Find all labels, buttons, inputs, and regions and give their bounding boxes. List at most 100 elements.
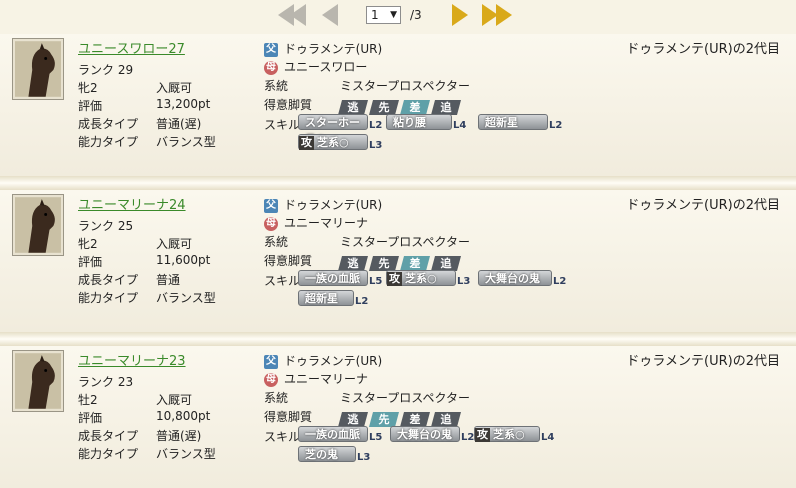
lineage-label: 系統 (264, 235, 289, 249)
skill-chip[interactable]: 攻芝系○ (474, 426, 540, 442)
running-style-badge: 先 (369, 256, 399, 271)
rating-value: 13,200pt (156, 97, 211, 111)
skill-level: L2 (355, 296, 369, 307)
horse-name-link[interactable]: ユニーマリーナ24 (78, 194, 186, 213)
rating-label: 評価 (78, 255, 103, 269)
running-style-badge: 逃 (338, 256, 368, 271)
skill-chip[interactable]: 攻芝系○ (298, 134, 368, 150)
running-style-badge: 逃 (338, 412, 368, 427)
page-select[interactable]: 1 ▼ (366, 6, 401, 24)
horse-name-link[interactable]: ユニーマリーナ23 (78, 350, 186, 369)
horse-card: ユニースワロー27 ランク 29 牝2 入厩可 評価 13,200pt 成長タイ… (0, 34, 796, 176)
ability-value: バランス型 (156, 135, 216, 149)
skill-chip[interactable]: 一族の血脈 (298, 426, 368, 442)
skill-level: L3 (457, 276, 471, 287)
skill-label: スキル (264, 430, 301, 444)
lineage-value: ミスタープロスペクター (340, 235, 470, 249)
skill-chip[interactable]: 大舞台の鬼 (390, 426, 460, 442)
skill-level: L2 (461, 432, 475, 443)
attack-tag-icon: 攻 (387, 272, 402, 286)
running-style-badge: 差 (400, 412, 430, 427)
horse-name-link[interactable]: ユニースワロー27 (78, 38, 185, 57)
generation-text: ドゥラメンテ(UR)の2代目 (626, 198, 780, 213)
skill-level: L3 (357, 452, 371, 463)
running-style-badge: 逃 (338, 100, 368, 115)
skill-level: L3 (369, 140, 383, 151)
skill-name: 芝系○ (405, 272, 437, 285)
father-badge-icon: 父 (264, 198, 278, 213)
last-page-icon-b[interactable] (496, 4, 512, 26)
skill-level: L2 (369, 120, 383, 131)
ability-label: 能力タイプ (78, 135, 139, 149)
growth-value: 普通 (156, 273, 181, 287)
page-select-value: 1 (371, 8, 379, 22)
skill-level: L2 (549, 120, 563, 131)
mother-name: ユニーマリーナ (284, 216, 369, 230)
horse-rank: ランク 23 (78, 375, 134, 389)
rating-value: 11,600pt (156, 253, 211, 267)
skill-level: L5 (369, 276, 383, 287)
growth-label: 成長タイプ (78, 273, 139, 287)
skill-chip[interactable]: 粘り腰 (386, 114, 452, 130)
running-style-badge: 追 (431, 256, 461, 271)
skill-chip[interactable]: 一族の血脈 (298, 270, 368, 286)
skill-name: 大舞台の鬼 (397, 428, 452, 441)
father-name: ドゥラメンテ(UR) (284, 198, 383, 212)
skill-chip[interactable]: 芝の鬼 (298, 446, 356, 462)
horse-sex-age: 牡2 (78, 393, 98, 407)
first-page-icon-b[interactable] (290, 4, 306, 26)
skill-label: スキル (264, 118, 301, 132)
horse-rank: ランク 29 (78, 63, 134, 77)
mother-badge-icon: 母 (264, 372, 278, 387)
running-style-badge: 差 (400, 100, 430, 115)
lineage-value: ミスタープロスペクター (340, 391, 470, 405)
mother-name: ユニースワロー (284, 60, 368, 74)
skill-name: 芝の鬼 (305, 448, 338, 461)
mother-row: 母ユニーマリーナ (264, 370, 368, 387)
growth-label: 成長タイプ (78, 117, 139, 131)
attack-tag-icon: 攻 (299, 136, 314, 150)
rating-label: 評価 (78, 411, 103, 425)
skill-level: L2 (553, 276, 567, 287)
stable-status: 入厩可 (156, 393, 193, 407)
ability-value: バランス型 (156, 447, 216, 461)
running-style-badges: 逃先差追 (338, 96, 462, 113)
ability-label: 能力タイプ (78, 291, 139, 305)
pagination-bar: 1 ▼ /3 (0, 0, 796, 34)
mother-badge-icon: 母 (264, 60, 278, 75)
style-label: 得意脚質 (264, 254, 313, 268)
running-style-badge: 追 (431, 100, 461, 115)
growth-value: 普通(遅) (156, 117, 202, 131)
father-row: 父ドゥラメンテ(UR) (264, 352, 382, 369)
skill-chip[interactable]: スターホース○ (298, 114, 368, 145)
ability-label: 能力タイプ (78, 447, 139, 461)
mother-row: 母ユニースワロー (264, 58, 367, 75)
skill-name: 芝系○ (493, 428, 525, 441)
next-page-icon[interactable] (452, 4, 468, 26)
father-badge-icon: 父 (264, 42, 278, 57)
skill-level: L5 (369, 432, 383, 443)
horse-portrait[interactable] (12, 194, 64, 256)
style-label: 得意脚質 (264, 410, 313, 424)
skill-level: L4 (541, 432, 555, 443)
horse-portrait[interactable] (12, 38, 64, 100)
rating-value: 10,800pt (156, 409, 211, 423)
horse-card: ユニーマリーナ23 ランク 23 牡2 入厩可 評価 10,800pt 成長タイ… (0, 346, 796, 488)
rating-label: 評価 (78, 99, 103, 113)
page-total: /3 (410, 8, 422, 22)
running-style-badge: 差 (400, 256, 430, 271)
lineage-label: 系統 (264, 391, 289, 405)
skill-chip[interactable]: 超新星 (478, 114, 548, 130)
card-divider (0, 176, 796, 190)
lineage-value: ミスタープロスペクター (340, 79, 470, 93)
prev-page-icon[interactable] (322, 4, 338, 26)
running-style-badges: 逃先差追 (338, 408, 462, 425)
skill-chip[interactable]: 超新星 (298, 290, 354, 306)
horse-portrait[interactable] (12, 350, 64, 412)
skill-name: 超新星 (305, 292, 338, 305)
stable-status: 入厩可 (156, 237, 193, 251)
skill-chip[interactable]: 大舞台の鬼 (478, 270, 552, 286)
skill-chip[interactable]: 攻芝系○ (386, 270, 456, 286)
growth-label: 成長タイプ (78, 429, 139, 443)
horse-head-icon (15, 353, 61, 409)
